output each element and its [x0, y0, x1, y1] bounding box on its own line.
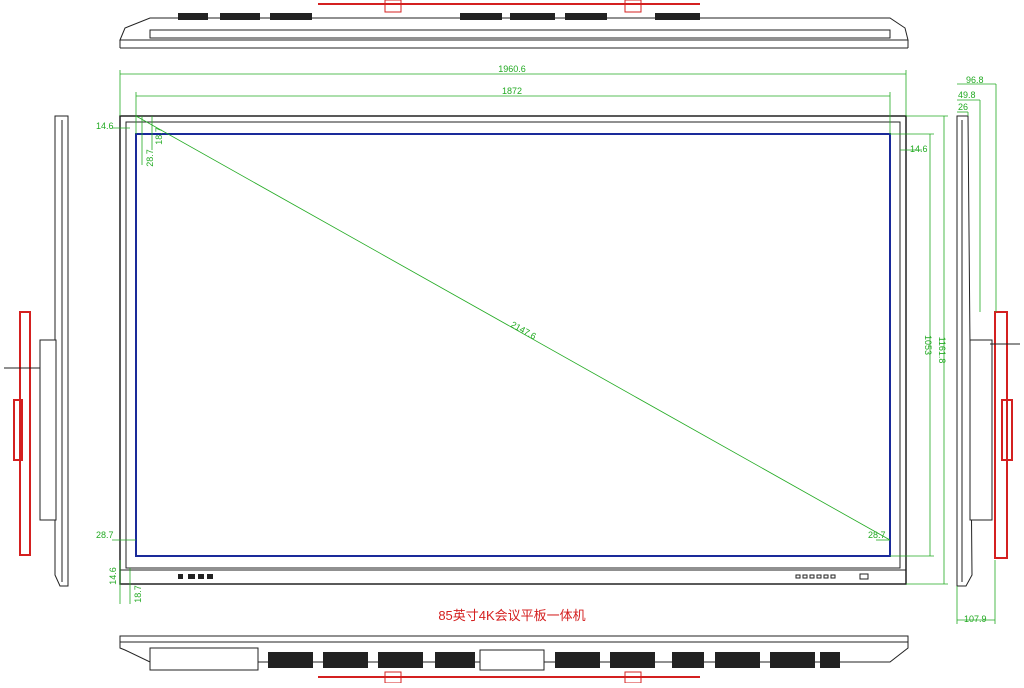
depth-min-label: 26 [958, 102, 968, 112]
top-view [119, 0, 909, 49]
depth-mid-label: 49.8 [958, 90, 976, 100]
bezel-top-label: 14.6 [96, 121, 114, 131]
depth-total-label: 96.8 [966, 75, 984, 85]
overall-width-label: 1960.6 [498, 64, 526, 74]
bottom-view [119, 635, 909, 684]
left-side-view [4, 115, 69, 587]
screen-height-label: 1053 [923, 335, 933, 355]
product-caption: 85英寸4K会议平板一体机 [438, 608, 585, 623]
bezel-top-offset-label: 18.7 [154, 127, 164, 145]
depth-bottom-label: 107.9 [964, 614, 987, 624]
right-side-view [956, 115, 1020, 587]
bezel-top-inner-label: 28.7 [145, 149, 155, 167]
bezel-left-bottom-label: 28.7 [96, 530, 114, 540]
screen-width-label: 1872 [502, 86, 522, 96]
bezel-right-bottom-label: 28.7 [868, 530, 886, 540]
bezel-bottom-label: 14.6 [108, 567, 118, 585]
front-view [119, 115, 907, 585]
overall-height-label: 1161.8 [937, 337, 947, 364]
technical-drawing: 1960.6 1872 2147.6 1053 1161.8 14.6 28.7… [0, 0, 1024, 684]
bottom-offset-label: 18.7 [133, 585, 143, 603]
bezel-right-label: 14.6 [910, 144, 928, 154]
